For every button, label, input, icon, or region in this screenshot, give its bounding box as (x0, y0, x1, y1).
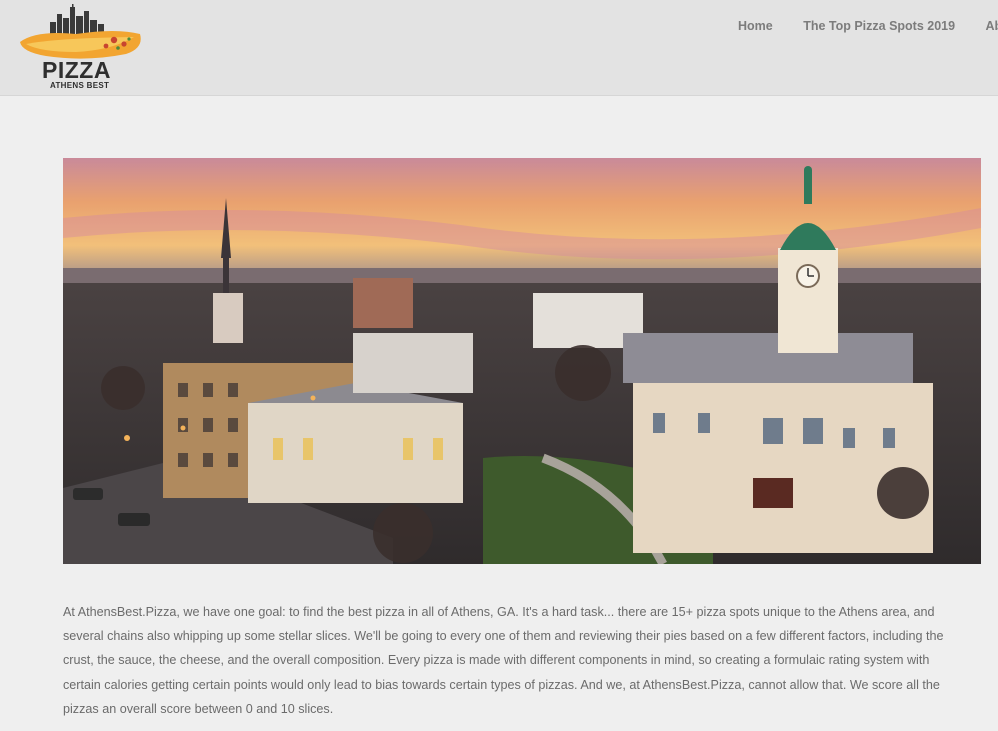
nav-home-link[interactable]: Home (738, 19, 773, 33)
site-logo[interactable]: PIZZA ATHENS BEST (16, 4, 146, 92)
logo-tagline: ATHENS BEST (50, 81, 110, 90)
logo-wordmark: PIZZA (42, 57, 111, 83)
hero-image (63, 158, 981, 564)
nav-about-link[interactable]: Abo (986, 19, 998, 33)
intro-paragraph: At AthensBest.Pizza, we have one goal: t… (63, 605, 944, 716)
site-header: PIZZA ATHENS BEST Home The Top Pizza Spo… (0, 0, 998, 96)
nav-top-pizza-spots-link[interactable]: The Top Pizza Spots 2019 (803, 19, 955, 33)
main-nav: Home The Top Pizza Spots 2019 Abo (738, 17, 998, 35)
